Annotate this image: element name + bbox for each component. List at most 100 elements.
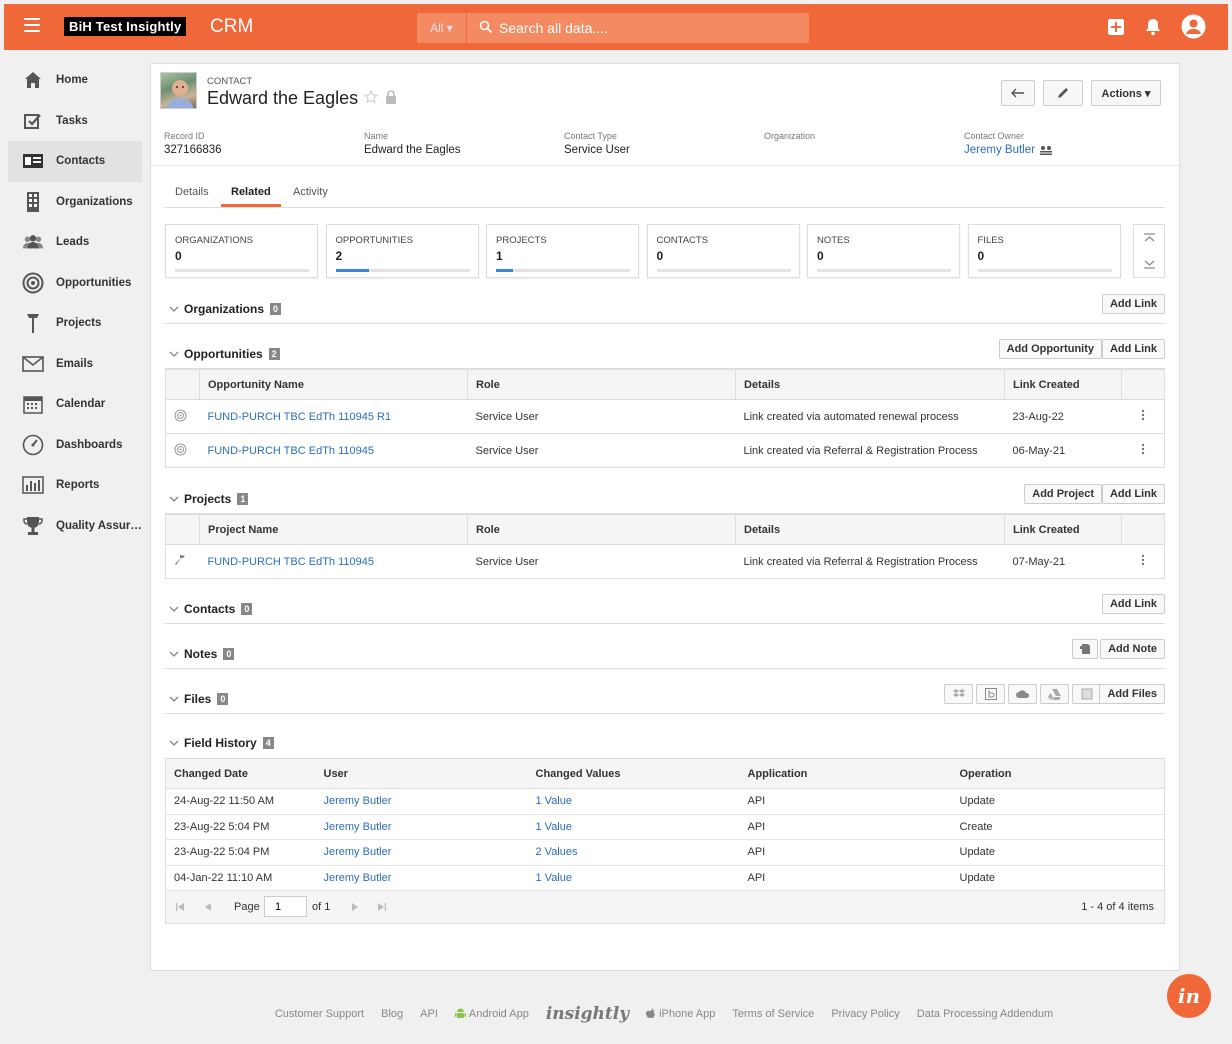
footer-link-android-app[interactable]: Android App: [454, 1008, 529, 1020]
section-toggle[interactable]: Notes 0: [169, 647, 235, 661]
sidebar-item-contacts[interactable]: Contacts: [8, 141, 142, 182]
section-toggle[interactable]: Projects 1: [169, 492, 249, 506]
card-notes[interactable]: NOTES 0: [807, 224, 960, 278]
user-profile-icon[interactable]: [1181, 14, 1206, 39]
add-note-button[interactable]: Add Note: [1100, 639, 1165, 659]
sidebar-item-opportunities[interactable]: Opportunities: [8, 263, 142, 304]
add-link-button[interactable]: Add Link: [1101, 339, 1165, 359]
card-opportunities[interactable]: OPPORTUNITIES 2: [325, 224, 479, 278]
card-projects[interactable]: PROJECTS 1: [486, 224, 639, 278]
add-link-button[interactable]: Add Link: [1101, 594, 1165, 614]
first-page-icon[interactable]: [176, 903, 184, 911]
column-header[interactable]: Operation: [951, 758, 1165, 789]
menu-icon[interactable]: [24, 18, 40, 32]
brand-logo[interactable]: BiH Test Insightly: [64, 17, 187, 36]
star-icon[interactable]: [364, 90, 378, 104]
previous-page-icon[interactable]: [204, 903, 211, 911]
column-header[interactable]: Link Created: [1004, 514, 1122, 545]
contact-owner-link[interactable]: Jeremy Butler: [964, 144, 1035, 156]
more-vertical-icon[interactable]: [1141, 554, 1145, 566]
footer-link-privacy[interactable]: Privacy Policy: [831, 1008, 899, 1020]
onedrive-button[interactable]: [1008, 684, 1037, 704]
add-opportunity-button[interactable]: Add Opportunity: [998, 339, 1102, 359]
more-vertical-icon[interactable]: [1141, 409, 1145, 421]
tab-details[interactable]: Details: [175, 186, 209, 198]
section-toggle[interactable]: Field History 4: [169, 736, 274, 750]
more-vertical-icon[interactable]: [1141, 443, 1145, 455]
add-icon[interactable]: [1105, 16, 1127, 38]
evernote-button[interactable]: [1072, 639, 1098, 659]
app-name[interactable]: CRM: [210, 16, 253, 38]
column-header[interactable]: User: [315, 758, 528, 789]
card-contacts[interactable]: CONTACTS 0: [646, 224, 800, 278]
column-header[interactable]: Opportunity Name: [199, 369, 468, 400]
sidebar-item-reports[interactable]: Reports: [8, 465, 142, 506]
column-header[interactable]: Role: [467, 514, 736, 545]
column-header[interactable]: Details: [735, 369, 1005, 400]
add-project-button[interactable]: Add Project: [1024, 484, 1102, 504]
footer-link-data-processing[interactable]: Data Processing Addendum: [917, 1008, 1053, 1020]
add-link-button[interactable]: Add Link: [1101, 484, 1165, 504]
column-header[interactable]: Application: [739, 758, 952, 789]
add-files-button[interactable]: Add Files: [1099, 684, 1165, 704]
insightly-logo[interactable]: insightly: [546, 1004, 629, 1024]
footer-link-blog[interactable]: Blog: [381, 1008, 403, 1020]
changed-values-link[interactable]: 1 Value: [536, 872, 573, 884]
footer-link-customer-support[interactable]: Customer Support: [275, 1008, 364, 1020]
column-header[interactable]: Project Name: [199, 514, 468, 545]
lock-icon[interactable]: [385, 90, 397, 104]
search-scope-dropdown[interactable]: All ▾: [417, 13, 467, 43]
changed-values-link[interactable]: 2 Values: [536, 846, 578, 858]
search-input[interactable]: [499, 13, 799, 43]
column-header[interactable]: Details: [735, 514, 1005, 545]
box-button[interactable]: [976, 684, 1005, 704]
dropbox-button[interactable]: [944, 684, 973, 704]
scroll-bottom-icon[interactable]: [1144, 259, 1155, 269]
column-header[interactable]: Changed Values: [527, 758, 740, 789]
sidebar-item-projects[interactable]: Projects: [8, 303, 142, 344]
section-toggle[interactable]: Files 0: [169, 692, 229, 706]
next-page-icon[interactable]: [352, 903, 359, 911]
footer-link-api[interactable]: API: [420, 1008, 438, 1020]
sidebar-item-emails[interactable]: Emails: [8, 344, 142, 385]
tab-related[interactable]: Related: [231, 186, 271, 198]
add-link-button[interactable]: Add Link: [1101, 294, 1165, 314]
sidebar-item-leads[interactable]: Leads: [8, 222, 142, 263]
section-toggle[interactable]: Organizations 0: [169, 302, 282, 316]
project-link[interactable]: FUND-PURCH TBC EdTh 110945: [208, 556, 374, 568]
sidebar-item-quality-assurance[interactable]: Quality Assura...: [8, 506, 142, 547]
section-toggle[interactable]: Opportunities 2: [169, 347, 280, 361]
file-link-button[interactable]: [1072, 684, 1101, 704]
column-header[interactable]: Link Created: [1004, 369, 1122, 400]
google-drive-button[interactable]: [1040, 684, 1069, 704]
card-files[interactable]: FILES 0: [967, 224, 1121, 278]
insightly-help-badge[interactable]: in: [1167, 974, 1211, 1018]
sidebar-item-dashboards[interactable]: Dashboards: [8, 425, 142, 466]
sidebar-item-calendar[interactable]: Calendar: [8, 384, 142, 425]
user-link[interactable]: Jeremy Butler: [324, 795, 392, 807]
user-link[interactable]: Jeremy Butler: [324, 872, 392, 884]
sidebar-item-tasks[interactable]: Tasks: [8, 101, 142, 142]
sidebar-item-organizations[interactable]: Organizations: [8, 182, 142, 223]
edit-button[interactable]: [1043, 80, 1083, 106]
footer-link-iphone-app[interactable]: iPhone App: [646, 1008, 715, 1020]
user-link[interactable]: Jeremy Butler: [324, 821, 392, 833]
opportunity-link[interactable]: FUND-PURCH TBC EdTh 110945 R1: [208, 411, 392, 423]
opportunity-link[interactable]: FUND-PURCH TBC EdTh 110945: [208, 445, 374, 457]
back-button[interactable]: [1001, 80, 1035, 106]
last-page-icon[interactable]: [378, 903, 386, 911]
section-toggle[interactable]: Contacts 0: [169, 602, 253, 616]
tab-activity[interactable]: Activity: [293, 186, 328, 198]
card-organizations[interactable]: ORGANIZATIONS 0: [165, 224, 318, 278]
page-number-input[interactable]: [264, 896, 307, 917]
column-header[interactable]: Role: [467, 369, 736, 400]
change-owner-icon[interactable]: [1039, 145, 1052, 155]
actions-button[interactable]: Actions ▾: [1091, 80, 1161, 106]
scroll-top-icon[interactable]: [1144, 233, 1155, 243]
column-header[interactable]: Changed Date: [165, 758, 316, 789]
footer-link-terms[interactable]: Terms of Service: [732, 1008, 814, 1020]
changed-values-link[interactable]: 1 Value: [536, 795, 573, 807]
bell-icon[interactable]: [1142, 16, 1164, 38]
sidebar-item-home[interactable]: Home: [8, 60, 142, 101]
user-link[interactable]: Jeremy Butler: [324, 846, 392, 858]
